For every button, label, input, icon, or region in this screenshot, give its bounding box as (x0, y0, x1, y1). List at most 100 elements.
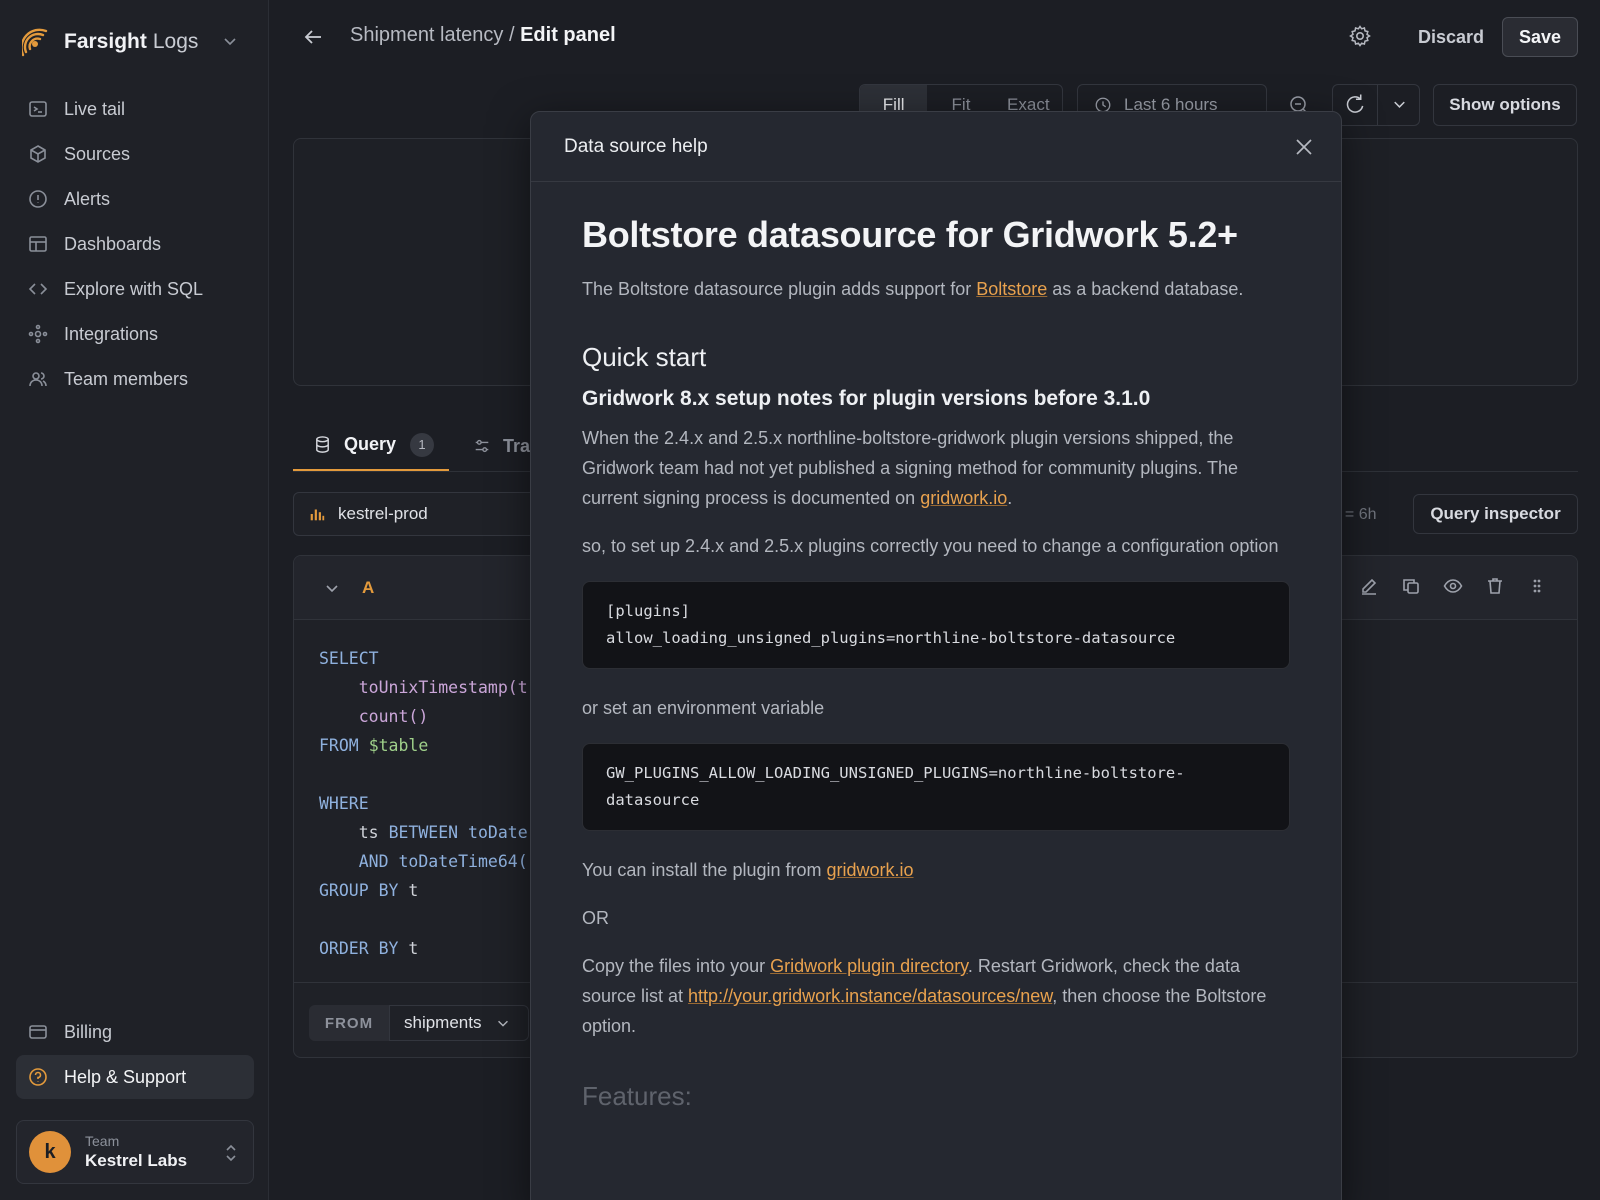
integrations-icon (28, 324, 48, 344)
sidebar-item-label: Team members (64, 368, 189, 389)
gridwork-install-link[interactable]: gridwork.io (827, 860, 914, 880)
text: as a backend database. (1047, 279, 1244, 299)
tab-query[interactable]: Query 1 (293, 420, 449, 472)
sidebar-item-label: Alerts (64, 188, 111, 209)
help-heading: Boltstore datasource for Gridwork 5.2+ (582, 214, 1238, 255)
workspace-switcher[interactable]: Farsight Logs (22, 24, 247, 60)
chevron-down-icon[interactable] (322, 578, 342, 598)
config-paragraph: so, to set up 2.4.x and 2.5.x plugins co… (582, 536, 1279, 556)
app-name-suffix: Logs (152, 30, 199, 53)
tab-query-label: Query (344, 434, 397, 454)
breadcrumb: Shipment latency / Edit panel (350, 24, 616, 47)
datasources-new-link[interactable]: http://your.gridwork.instance/datasource… (688, 986, 1052, 1006)
text: When the 2.4.x and 2.5.x northline-bolts… (582, 428, 1239, 508)
sidebar-item-billing[interactable]: Billing (16, 1010, 254, 1054)
copy-icon[interactable] (1401, 576, 1421, 596)
layout-icon (29, 236, 47, 252)
breadcrumb-current: Edit panel (520, 24, 616, 46)
sidebar-bottom-nav: Billing Help & Support (16, 1010, 254, 1100)
from-table-value: shipments (404, 1013, 482, 1032)
team-name: Kestrel Labs (85, 1151, 188, 1170)
config-code-block: [plugins] allow_loading_unsigned_plugins… (582, 581, 1290, 669)
copy-paragraph: Copy the files into your Gridwork plugin… (582, 951, 1290, 1041)
bar-chart-icon (310, 509, 325, 521)
sidebar-item-label: Explore with SQL (64, 278, 204, 299)
query-inspector-button[interactable]: Query inspector (1413, 494, 1578, 534)
tab-transform-label: Tra (503, 435, 531, 456)
sidebar-item-label: Dashboards (64, 233, 162, 254)
sidebar-item-sources[interactable]: Sources (16, 132, 254, 176)
query-ref-id[interactable]: A (362, 578, 374, 598)
code-token: ts (358, 823, 379, 842)
edit-icon[interactable] (1359, 576, 1379, 596)
sidebar-item-team-members[interactable]: Team members (16, 357, 254, 401)
farsight-logo-icon (22, 28, 48, 57)
sidebar-item-live-tail[interactable]: Live tail (16, 87, 254, 131)
datasource-picker[interactable]: kestrel-prod (293, 492, 543, 536)
team-switcher[interactable]: k Team Kestrel Labs (16, 1120, 254, 1184)
top-bar: Shipment latency / Edit panel Discard Sa… (270, 0, 1600, 74)
text: Copy the files into your (582, 956, 771, 976)
code-token: t (408, 881, 419, 900)
tab-transform[interactable]: Tra (473, 420, 530, 472)
code-line: SELECT (319, 649, 379, 668)
code-token: ORDER BY (319, 939, 399, 958)
avatar: k (29, 1131, 71, 1173)
alert-circle-icon (29, 190, 47, 208)
code-token: toDateTime64( (398, 852, 528, 871)
text: You can install the plugin from (582, 860, 827, 880)
gridwork-link[interactable]: gridwork.io (920, 488, 1007, 508)
save-button[interactable]: Save (1502, 17, 1578, 57)
sidebar-item-help-support[interactable]: Help & Support (16, 1055, 254, 1099)
refresh-button-group (1332, 84, 1420, 126)
sidebar-item-label: Integrations (64, 323, 159, 344)
drag-handle-icon[interactable] (1527, 576, 1547, 596)
intro-paragraph: The Boltstore datasource plugin adds sup… (582, 274, 1290, 304)
modal-title: Data source help (564, 136, 708, 157)
eye-icon[interactable] (1443, 576, 1463, 596)
code-icon (28, 283, 48, 295)
code-line: WHERE (319, 794, 369, 813)
modal-body: Boltstore datasource for Gridwork 5.2+ T… (582, 182, 1290, 1112)
sql-code-editor[interactable]: SELECT toUnixTimestamp(t count() FROM $t… (319, 644, 528, 963)
setup-paragraph: When the 2.4.x and 2.5.x northline-bolts… (582, 423, 1290, 513)
sidebar-item-alerts[interactable]: Alerts (16, 177, 254, 221)
text: . (1007, 488, 1013, 508)
datasource-help-modal: Data source help Boltstore datasource fo… (530, 111, 1342, 1200)
team-caption: Team (85, 1133, 120, 1149)
code-token: BETWEEN (388, 823, 459, 842)
code-token: AND (358, 852, 389, 871)
env-code-block: GW_PLUGINS_ALLOW_LOADING_UNSIGNED_PLUGIN… (582, 743, 1290, 831)
sidebar: Farsight Logs Live tail Sources Alerts D… (0, 0, 269, 1200)
gear-icon[interactable] (1348, 24, 1372, 48)
boltstore-link[interactable]: Boltstore (976, 279, 1047, 299)
sidebar-item-explore-sql[interactable]: Explore with SQL (16, 267, 254, 311)
sidebar-item-dashboards[interactable]: Dashboards (16, 222, 254, 266)
code-token: toDate (468, 823, 528, 842)
chevron-down-icon[interactable] (1377, 85, 1421, 125)
sidebar-item-label: Sources (64, 143, 131, 164)
app-name: Farsight (64, 30, 147, 53)
from-table-select[interactable]: shipments (389, 1005, 529, 1041)
code-token: $table (368, 736, 429, 755)
show-options-button[interactable]: Show options (1433, 84, 1577, 126)
or-text: OR (582, 908, 609, 928)
install-paragraph: You can install the plugin from gridwork… (582, 855, 1290, 885)
features-heading: Features: (582, 1081, 692, 1111)
breadcrumb-parent[interactable]: Shipment latency / (350, 24, 515, 46)
from-label: FROM (309, 1005, 389, 1041)
close-icon[interactable] (1293, 136, 1315, 158)
code-line: allow_loading_unsigned_plugins=northline… (606, 629, 1176, 647)
cube-icon (30, 145, 46, 163)
database-icon (316, 436, 329, 453)
plugin-directory-link[interactable]: Gridwork plugin directory (770, 956, 968, 976)
modal-header: Data source help (531, 112, 1341, 182)
chevron-updown-icon (226, 1144, 236, 1162)
sidebar-item-label: Help & Support (64, 1066, 187, 1087)
code-line: toUnixTimestamp(t (358, 678, 528, 697)
discard-button[interactable]: Discard (1406, 18, 1496, 56)
sidebar-item-integrations[interactable]: Integrations (16, 312, 254, 356)
trash-icon[interactable] (1485, 576, 1505, 596)
chevron-down-icon (498, 1020, 509, 1027)
back-arrow-icon[interactable] (302, 26, 324, 48)
